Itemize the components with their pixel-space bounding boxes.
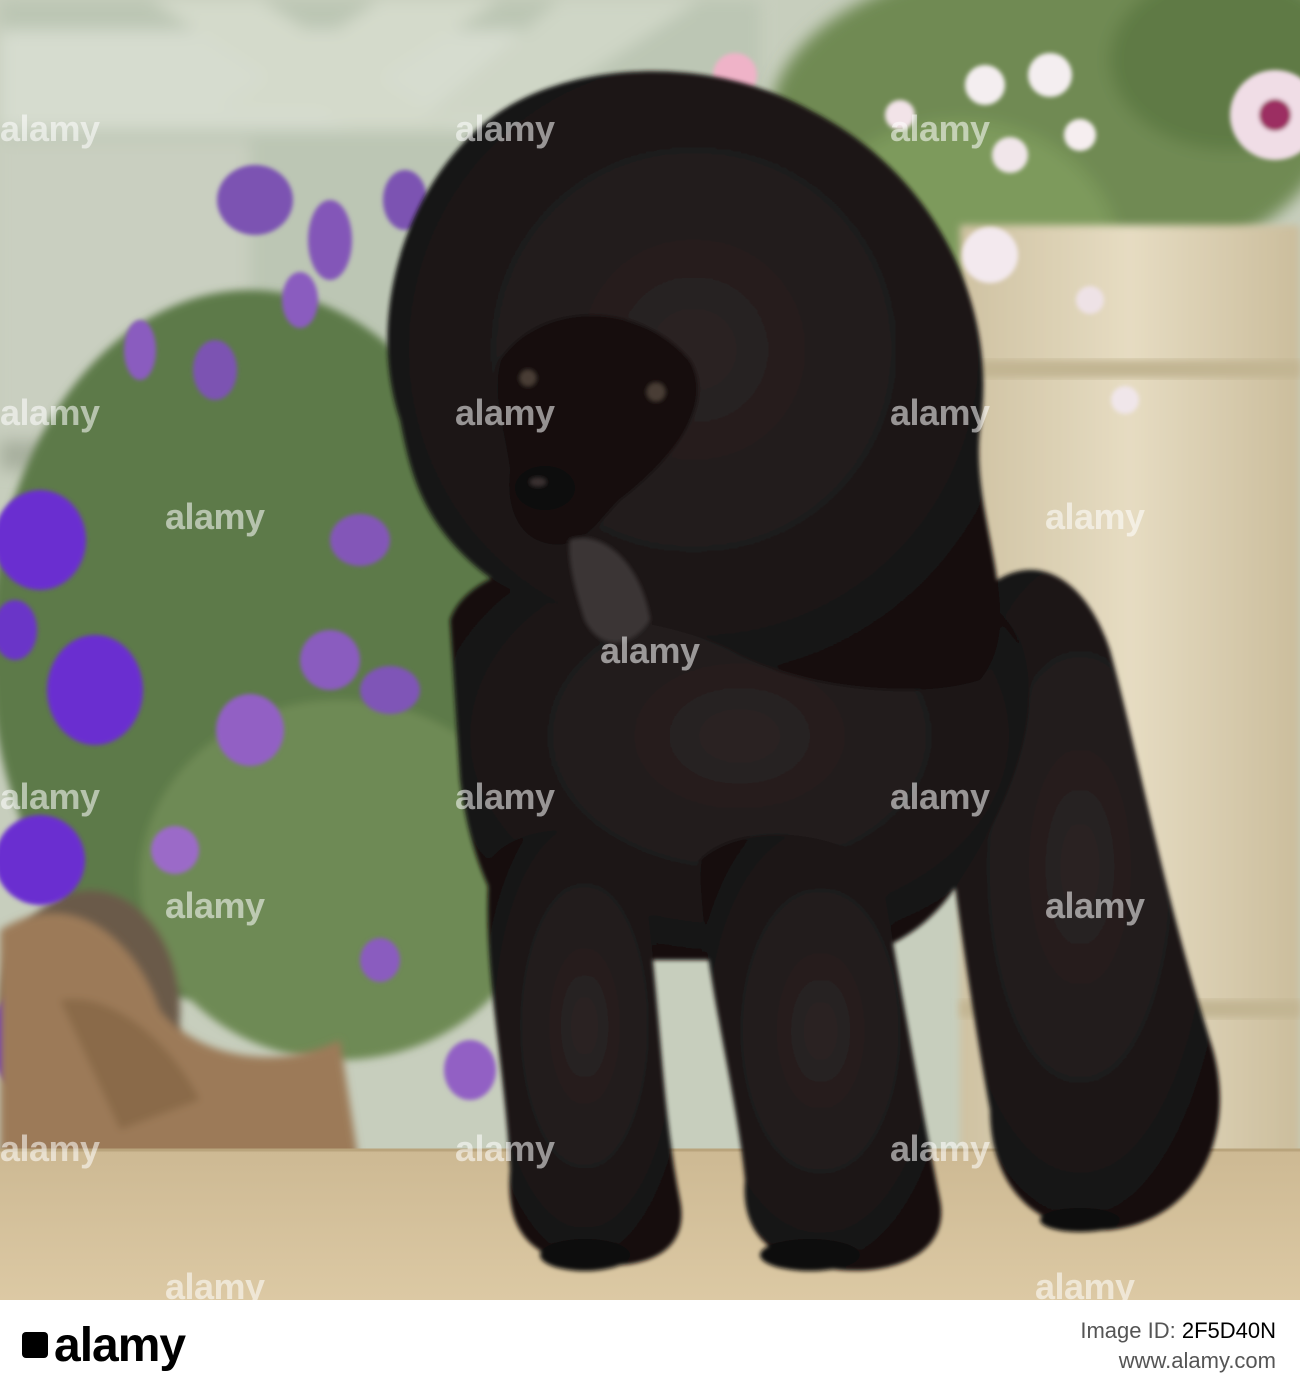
image-id-line: Image ID: 2F5D40N xyxy=(1080,1316,1276,1346)
alamy-logo-icon xyxy=(22,1332,48,1359)
photo: alamy alamy alamy alamy alamy alamy alam… xyxy=(0,0,1300,1300)
footer-bar: alamy Image ID: 2F5D40N www.alamy.com xyxy=(0,1300,1300,1390)
image-id-value: 2F5D40N xyxy=(1181,1318,1276,1343)
alamy-logo-text: alamy xyxy=(54,1319,186,1372)
poodle-photo xyxy=(0,0,1300,1300)
site-url[interactable]: www.alamy.com xyxy=(1080,1346,1276,1376)
image-id-label: Image ID: xyxy=(1080,1318,1176,1343)
alamy-logo[interactable]: alamy xyxy=(22,1318,186,1373)
image-info: Image ID: 2F5D40N www.alamy.com xyxy=(1080,1316,1276,1376)
